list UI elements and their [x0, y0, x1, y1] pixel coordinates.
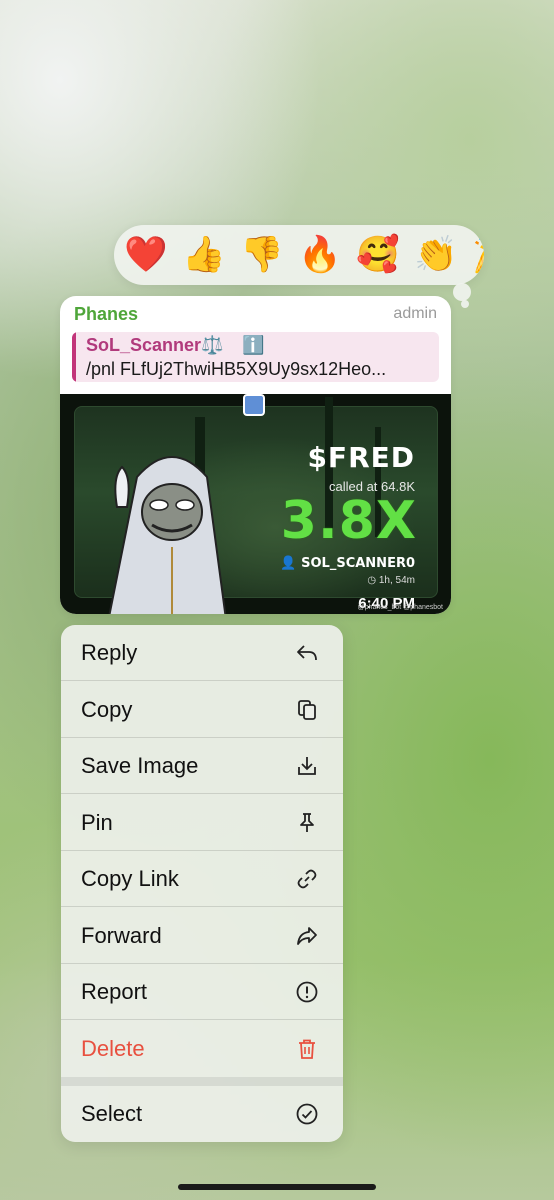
menu-item-save-image[interactable]: Save Image — [61, 738, 343, 794]
duration-label: 1h, 54m — [378, 575, 415, 586]
sender-role: admin — [393, 305, 437, 322]
menu-item-forward[interactable]: Forward — [61, 908, 343, 964]
trash-icon — [299, 1039, 315, 1059]
reaction-bubble-tail-small — [461, 300, 469, 308]
quote-text: /pnl FLfUj2ThwiHB5X9Uy9sx12Heo... — [86, 359, 387, 379]
pin-icon — [300, 813, 314, 832]
pnl-card: $FRED called at 64.8K 3.8X 👤 SOL_SCANNER… — [74, 397, 438, 614]
select-check-icon — [296, 1103, 318, 1125]
reaction-clap[interactable]: 👏 — [414, 237, 458, 273]
menu-item-label: Copy — [81, 697, 133, 722]
menu-item-reply[interactable]: Reply — [61, 625, 343, 681]
menu-item-label: Delete — [81, 1036, 145, 1061]
menu-item-pin[interactable]: Pin — [61, 795, 343, 851]
menu-item-select[interactable]: Select — [61, 1086, 343, 1142]
reaction-bubble-tail — [453, 283, 471, 301]
report-icon — [296, 981, 318, 1003]
reaction-bar: ❤️ 👍 👎 🔥 🥰 👏 🎉 — [114, 225, 484, 285]
quote-accent-bar — [72, 332, 76, 382]
menu-item-label: Save Image — [81, 753, 199, 778]
menu-item-label: Report — [81, 979, 148, 1004]
reaction-smiling-hearts[interactable]: 🥰 — [356, 237, 400, 273]
menu-item-label: Reply — [81, 640, 138, 665]
hold-duration: ◷ 1h, 54m — [367, 575, 415, 586]
caller-name: 👤 SOL_SCANNER0 — [280, 556, 415, 571]
home-indicator[interactable] — [178, 1184, 376, 1190]
clock-icon: ◷ — [367, 575, 379, 586]
menu-item-copy-link[interactable]: Copy Link — [61, 851, 343, 907]
menu-item-label: Pin — [81, 810, 113, 835]
info-icon: ℹ️ — [242, 335, 265, 355]
user-icon: 👤 — [280, 556, 302, 571]
hooded-frog-illustration — [108, 456, 227, 614]
save-image-icon — [298, 757, 316, 775]
menu-item-copy[interactable]: Copy — [61, 682, 343, 738]
context-menu: Reply Copy Save Image Pin Copy Link Forw… — [61, 625, 343, 1142]
menu-item-label: Forward — [81, 923, 162, 948]
sender-name[interactable]: Phanes — [74, 304, 138, 325]
reaction-fire[interactable]: 🔥 — [298, 237, 342, 273]
reply-icon — [297, 645, 317, 661]
menu-separator — [61, 1077, 343, 1086]
quote-author: SoL_Scanner⚖️ — [86, 335, 224, 355]
caller-label: SOL_SCANNER0 — [301, 556, 415, 571]
message-header: Phanes admin — [74, 304, 437, 328]
message-image[interactable]: $FRED called at 64.8K 3.8X 👤 SOL_SCANNER… — [60, 394, 451, 614]
reaction-thumbs-down[interactable]: 👎 — [240, 237, 284, 273]
reaction-thumbs-up[interactable]: 👍 — [182, 237, 226, 273]
forward-icon — [297, 927, 317, 945]
reply-quote[interactable]: SoL_Scanner⚖️ ℹ️ /pnl FLfUj2ThwiHB5X9Uy9… — [72, 332, 439, 382]
copy-icon — [298, 700, 316, 720]
bot-logo-icon — [243, 394, 265, 416]
link-icon — [297, 869, 317, 889]
menu-item-label: Copy Link — [81, 866, 179, 891]
menu-item-label: Select — [81, 1101, 143, 1126]
bot-handles: @phanes_bot @phanesbot — [357, 604, 443, 611]
token-ticker: $FRED — [307, 441, 415, 474]
menu-item-delete[interactable]: Delete — [61, 1021, 343, 1077]
reaction-heart[interactable]: ❤️ — [124, 237, 168, 273]
menu-item-report[interactable]: Report — [61, 964, 343, 1020]
pnl-multiple: 3.8X — [280, 491, 417, 551]
message-bubble[interactable]: Phanes admin SoL_Scanner⚖️ ℹ️ /pnl FLfUj… — [60, 296, 451, 614]
reaction-party[interactable]: 🎉 — [472, 237, 484, 273]
